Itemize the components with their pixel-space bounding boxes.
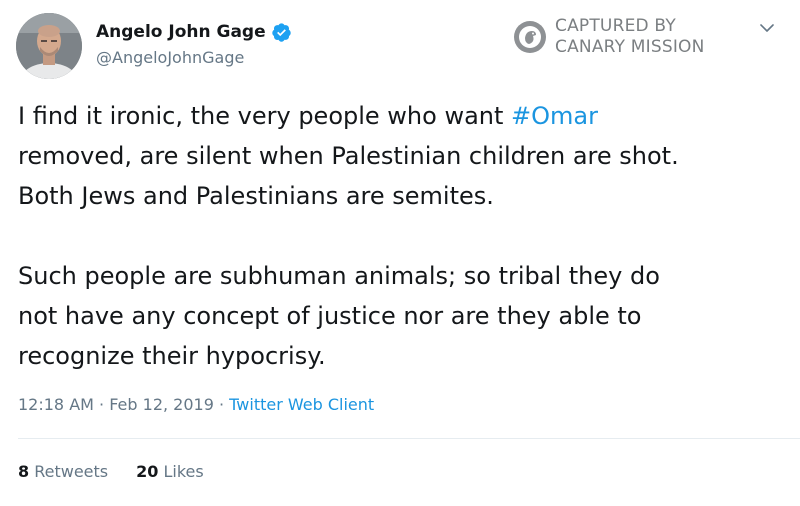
meta-separator: · (93, 395, 110, 414)
verified-badge-icon (271, 22, 291, 42)
tweet-line: Both Jews and Palestinians are semites. (18, 182, 494, 210)
likes-label: Likes (163, 462, 204, 481)
captured-line1: CAPTURED BY (555, 16, 676, 36)
hashtag-link[interactable]: #Omar (511, 102, 598, 130)
chevron-down-icon[interactable] (759, 20, 775, 36)
captured-by-watermark: CAPTURED BY CANARY MISSION (513, 16, 705, 58)
avatar[interactable] (16, 13, 82, 79)
display-name-row: Angelo John Gage (96, 20, 292, 44)
tweet-line: I find it ironic, the very people who wa… (18, 96, 788, 136)
tweet-date[interactable]: Feb 12, 2019 (109, 395, 214, 414)
canary-mission-logo (514, 21, 546, 53)
tweet-line: not have any concept of justice nor are … (18, 302, 642, 330)
meta-separator: · (213, 395, 230, 414)
tweet-line: Such people are subhuman animals; so tri… (18, 262, 660, 290)
source-client-link[interactable]: Twitter Web Client (229, 395, 374, 414)
captured-by-text: CAPTURED BY CANARY MISSION (555, 16, 705, 58)
tweet-metadata: 12:18 AM · Feb 12, 2019 · Twitter Web Cl… (18, 395, 374, 414)
tweet-time[interactable]: 12:18 AM (18, 395, 94, 414)
avatar-image (16, 13, 82, 79)
likes-stat[interactable]: 20 Likes (136, 462, 204, 481)
display-name[interactable]: Angelo John Gage (96, 22, 266, 42)
retweets-count: 8 (18, 462, 30, 481)
retweets-stat[interactable]: 8 Retweets (18, 462, 108, 481)
author-block: Angelo John Gage @AngeloJohnGage (96, 20, 292, 67)
captured-line2: CANARY MISSION (555, 37, 705, 57)
tweet-line: removed, are silent when Palestinian chi… (18, 142, 679, 170)
tweet-header: Angelo John Gage @AngeloJohnGage CAPTURE… (0, 0, 800, 90)
tweet-text: I find it ironic, the very people who wa… (18, 96, 788, 376)
retweets-label: Retweets (34, 462, 109, 481)
divider (18, 438, 800, 439)
handle[interactable]: @AngeloJohnGage (96, 48, 292, 67)
tweet-text-segment: I find it ironic, the very people who wa… (18, 102, 512, 130)
tweet-line: recognize their hypocrisy. (18, 342, 326, 370)
likes-count: 20 (136, 462, 159, 481)
tweet-stats: 8 Retweets 20 Likes (18, 462, 232, 481)
